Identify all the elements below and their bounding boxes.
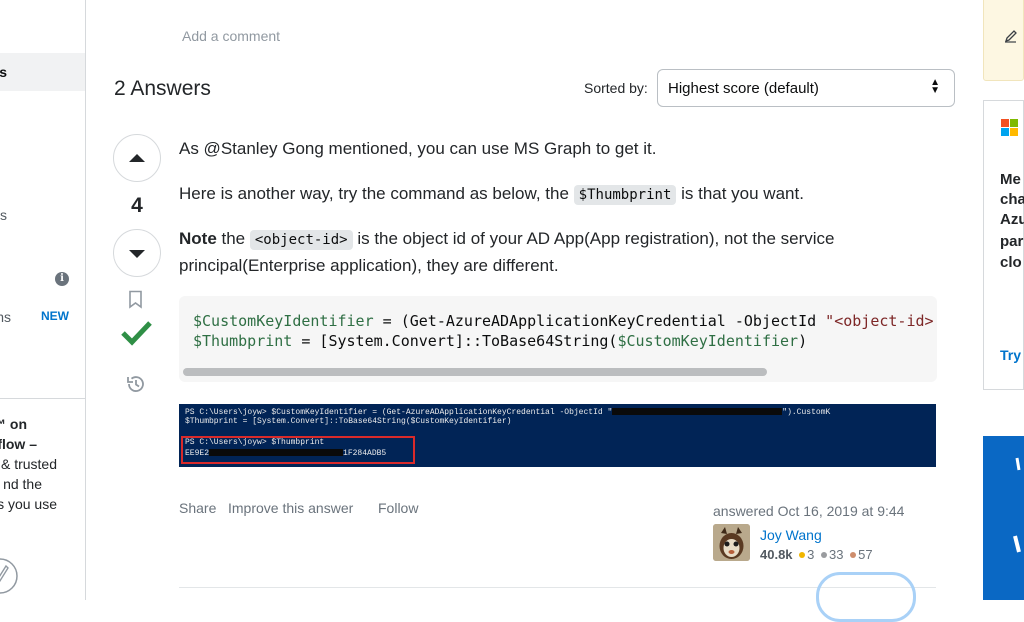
bookmark-icon[interactable]	[128, 290, 144, 310]
sidebar-item-label[interactable]: ns	[0, 309, 11, 325]
answer-paragraph: As @Stanley Gong mentioned, you can use …	[179, 136, 919, 162]
focus-ring	[816, 572, 916, 622]
code-token: $CustomKeyIdentifier	[193, 312, 374, 330]
paragraph-text: is that you want.	[676, 184, 804, 203]
bronze-badge-icon	[850, 552, 857, 559]
featured-box	[983, 0, 1024, 81]
code-token: $Thumbprint	[193, 332, 293, 350]
history-icon[interactable]	[125, 373, 147, 395]
improve-answer-link[interactable]: Improve this answer	[228, 500, 353, 516]
reputation-score: 40.8k	[760, 547, 793, 562]
silver-badge-count: 33	[829, 547, 844, 562]
ps-line: PS C:\Users\joyw> $CustomKeyIdentifier =…	[185, 408, 830, 417]
promo-line: ™ on	[0, 416, 27, 432]
sidebar-item-label[interactable]: es	[0, 207, 7, 223]
ad-text-line: par	[1000, 233, 1024, 250]
pencil-icon	[1004, 30, 1017, 43]
arrow-up-icon	[129, 154, 145, 162]
paragraph-text: the	[216, 229, 250, 248]
right-sidebar: Me cha Azu par clo Try	[983, 0, 1024, 600]
avatar[interactable]	[713, 524, 750, 561]
promo-line: nd the	[3, 476, 42, 492]
ad-banner-blue[interactable]	[983, 436, 1024, 600]
checkmark-icon	[121, 321, 152, 346]
ad-text-line: Azu	[1000, 211, 1024, 228]
ps-text: ").CustomK	[782, 408, 831, 417]
ps-line: $Thumbprint = [System.Convert]::ToBase64…	[185, 417, 512, 426]
pencil-icon	[0, 558, 18, 594]
code-token: "<object-id>	[825, 312, 934, 330]
share-link[interactable]: Share	[179, 500, 216, 516]
user-reputation: 40.8k 3 33 57	[760, 547, 873, 562]
redaction	[612, 408, 783, 416]
bronze-badge-count: 57	[858, 547, 873, 562]
chevron-updown-icon: ▲ ▼	[930, 77, 940, 96]
powershell-screenshot: PS C:\Users\joyw> $CustomKeyIdentifier =…	[179, 404, 936, 467]
promo-line: & trusted	[0, 456, 57, 472]
info-icon[interactable]: i	[55, 272, 69, 286]
code-token: = (Get-AzureADApplicationKeyCredential -…	[373, 312, 826, 330]
ps-text: PS C:\Users\joyw> $CustomKeyIdentifier =…	[185, 408, 613, 417]
upvote-button[interactable]	[113, 134, 161, 182]
user-name-link[interactable]: Joy Wang	[760, 527, 822, 543]
ad-graphic	[1013, 457, 1021, 553]
sort-selected-value: Highest score (default)	[668, 80, 819, 97]
answered-timestamp: answered Oct 16, 2019 at 9:44	[713, 503, 905, 519]
promo-line: flow –	[0, 436, 37, 452]
inline-code: $Thumbprint	[573, 185, 677, 205]
note-label: Note	[179, 229, 217, 248]
answers-title: 2 Answers	[114, 77, 211, 100]
ad-text-line: Me	[1000, 171, 1021, 188]
ad-text-line: cha	[1000, 191, 1024, 208]
follow-link[interactable]: Follow	[378, 500, 418, 516]
paragraph-text: Here is another way, try the command as …	[179, 184, 574, 203]
new-badge: NEW	[41, 309, 69, 323]
code-token: $CustomKeyIdentifier	[617, 332, 799, 350]
inline-code: <object-id>	[249, 230, 353, 250]
promo-line: s you use	[0, 496, 57, 512]
answer-paragraph: Here is another way, try the command as …	[179, 181, 919, 208]
sort-select[interactable]: Highest score (default) ▲ ▼	[657, 69, 955, 107]
add-comment-link[interactable]: Add a comment	[182, 28, 280, 44]
answer-paragraph: Note the <object-id> is the object id of…	[179, 226, 919, 279]
code-text: $CustomKeyIdentifier = (Get-AzureADAppli…	[193, 311, 934, 351]
silver-badge-icon	[821, 552, 828, 559]
code-scrollbar[interactable]	[183, 368, 767, 376]
highlight-box	[181, 436, 415, 464]
arrow-down-icon	[129, 250, 145, 258]
code-token: )	[798, 332, 808, 350]
downvote-button[interactable]	[113, 229, 161, 277]
paragraph-text: As @Stanley Gong mentioned, you can use …	[179, 139, 657, 158]
vote-count: 4	[131, 194, 143, 217]
microsoft-logo-icon	[1001, 119, 1018, 136]
sidebar-item-active[interactable]: s	[0, 53, 85, 91]
left-sidebar: s es i ns NEW ™ on flow – & trusted nd t…	[0, 0, 86, 600]
user-avatar-image	[713, 524, 750, 561]
code-token: = [System.Convert]::ToBase64String(	[292, 332, 618, 350]
gold-badge-count: 3	[807, 547, 815, 562]
ad-try-link[interactable]: Try	[1000, 347, 1021, 363]
gold-badge-icon	[799, 552, 806, 559]
sidebar-divider	[0, 398, 85, 399]
sort-label: Sorted by:	[584, 80, 648, 96]
sidebar-item-label: s	[0, 64, 7, 80]
ad-text-line: clo	[1000, 254, 1022, 271]
